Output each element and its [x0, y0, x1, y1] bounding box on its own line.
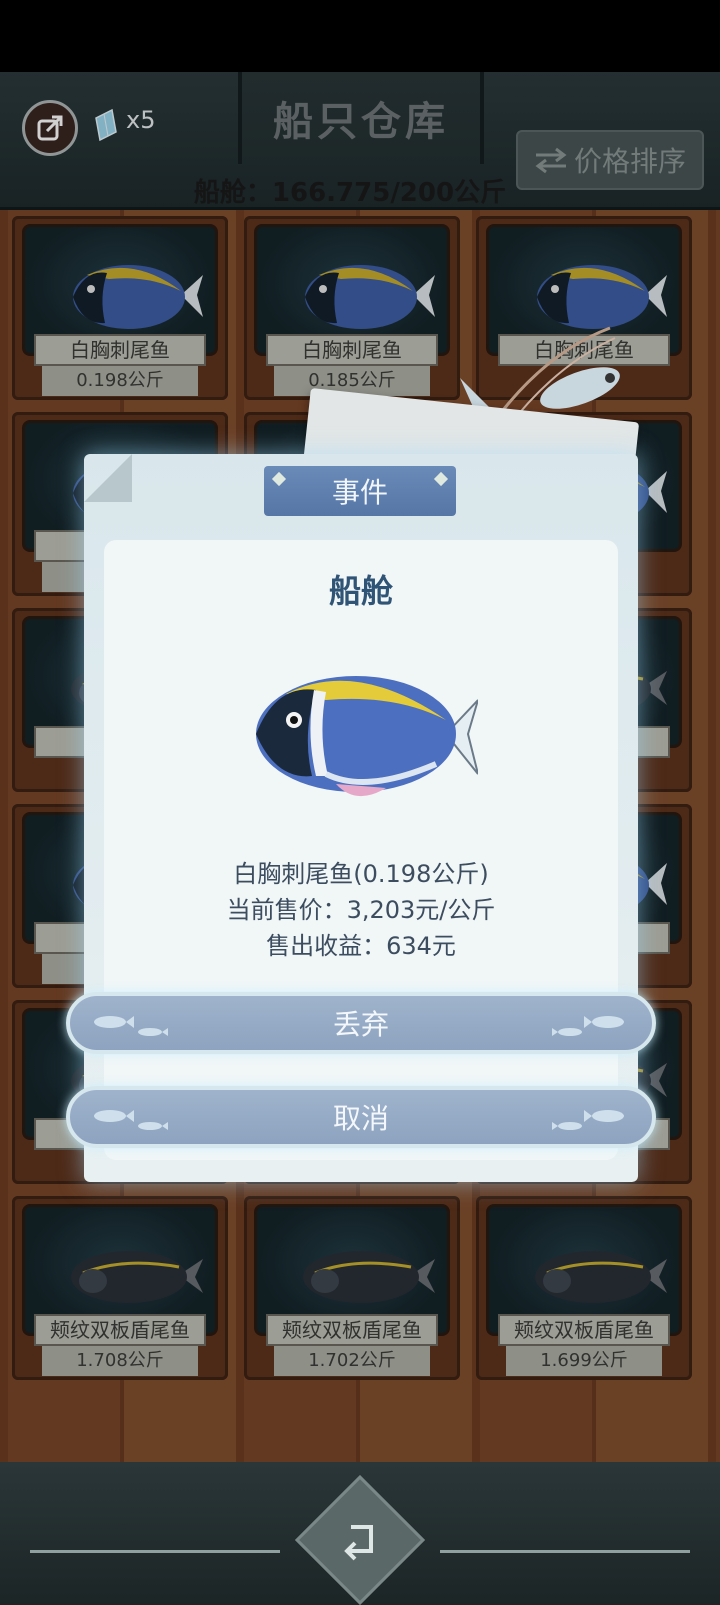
cancel-button[interactable]: 取消 — [66, 1086, 656, 1148]
event-tab: 事件 — [264, 466, 456, 516]
tab-diamond-left-icon — [271, 471, 287, 487]
current-price: 当前售价：3,203元/公斤 — [226, 896, 496, 924]
modal-title: 船舱 — [328, 572, 393, 610]
fish-pattern-icon — [94, 1110, 168, 1130]
fish-pattern-icon — [552, 1110, 624, 1130]
footer-divider-left — [30, 1550, 280, 1553]
fish-pattern-icon — [552, 1016, 624, 1036]
status-bar — [0, 0, 720, 72]
return-icon — [344, 1525, 373, 1561]
fish-info-block: 白胸刺尾鱼(0.198公斤) 当前售价：3,203元/公斤 售出收益：634元 — [104, 856, 618, 964]
tab-diamond-right-icon — [433, 471, 449, 487]
powder-blue-tang-icon — [256, 676, 478, 797]
sale-income: 售出收益：634元 — [266, 932, 456, 960]
fish-pattern-icon — [94, 1016, 168, 1036]
cancel-label: 取消 — [332, 1102, 389, 1135]
footer-divider-right — [440, 1550, 690, 1553]
discard-button[interactable]: 丢弃 — [66, 992, 656, 1054]
discard-label: 丢弃 — [332, 1008, 389, 1041]
modal-inner-panel — [104, 540, 618, 1160]
fish-name-weight: 白胸刺尾鱼(0.198公斤) — [233, 860, 489, 888]
event-tab-label: 事件 — [331, 476, 388, 509]
